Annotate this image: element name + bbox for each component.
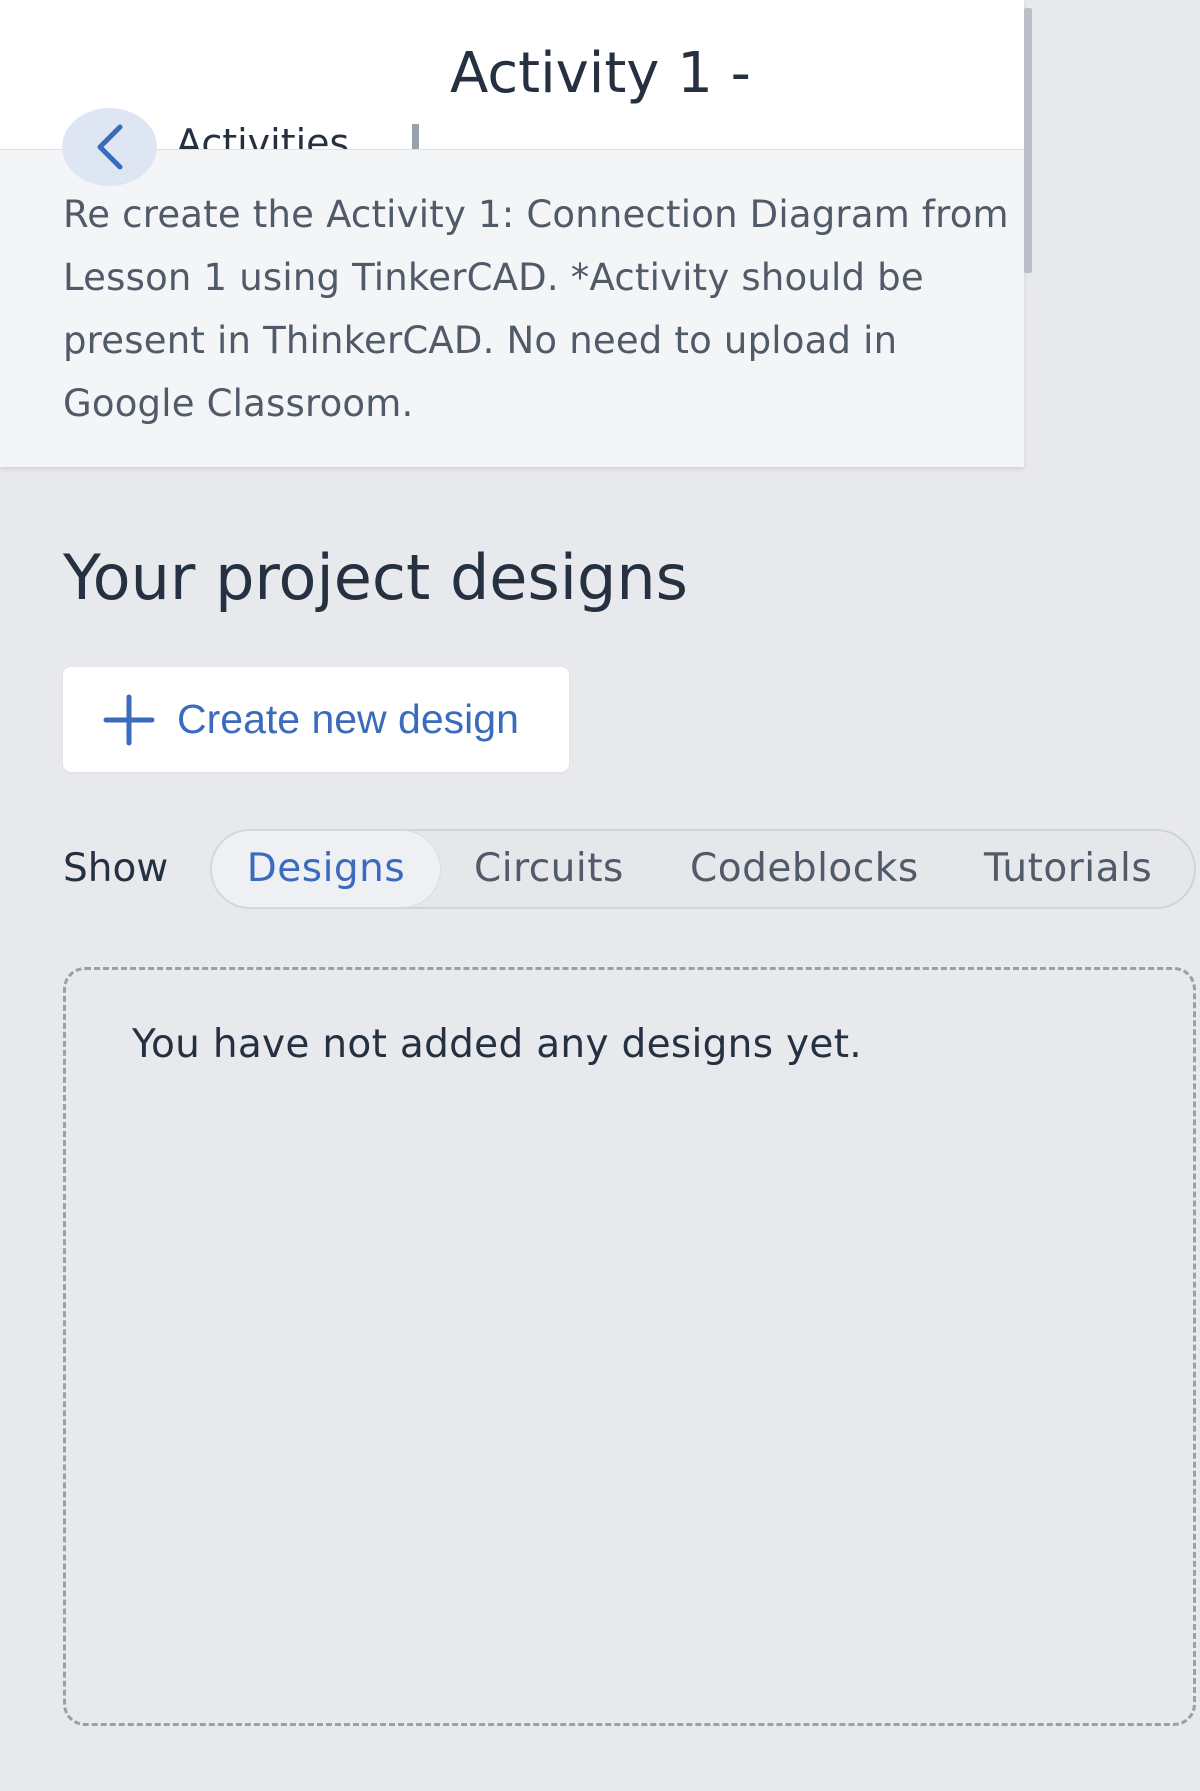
tab-tutorials[interactable]: Tutorials [984,831,1152,907]
section-title: Your project designs [63,541,688,614]
activity-title: Activity 1 - [450,41,751,106]
show-filter-label: Show [63,846,169,891]
activity-header-card: Activity 1 - Activities Re create the Ac… [0,0,1024,467]
empty-state-message: You have not added any designs yet. [132,1022,862,1067]
header-scrollbar[interactable] [1024,8,1032,273]
tab-designs[interactable]: Designs [212,831,440,907]
plus-icon [103,694,155,746]
chevron-left-icon [97,124,122,170]
header-title-bar: Activity 1 - Activities [0,0,1024,150]
tab-circuits[interactable]: Circuits [474,831,624,907]
tab-codeblocks[interactable]: Codeblocks [690,831,919,907]
activity-description: Re create the Activity 1: Connection Dia… [63,193,1009,425]
designs-empty-state: You have not added any designs yet. [63,967,1196,1726]
create-new-design-label: Create new design [177,696,519,742]
breadcrumb-activities[interactable]: Activities [176,118,349,149]
breadcrumb-divider [412,124,419,149]
create-new-design-button[interactable]: Create new design [63,667,569,772]
back-button[interactable] [62,108,157,186]
design-type-filter: Designs Circuits Codeblocks Tutorials [210,829,1196,909]
